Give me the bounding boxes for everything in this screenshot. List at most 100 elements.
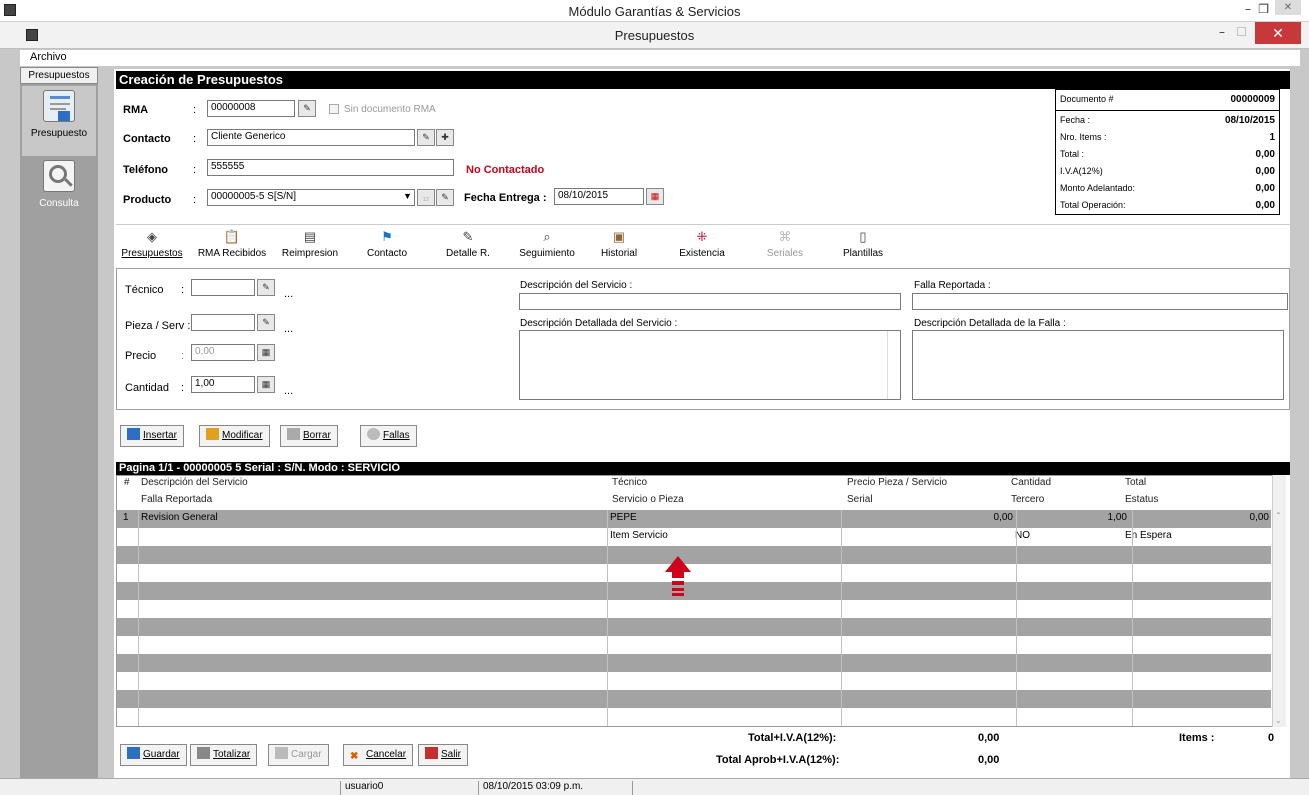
calendar-icon[interactable]: ▦ <box>646 188 664 205</box>
summary-box: Documento # 00000009 Fecha : 08/10/2015 … <box>1055 89 1280 215</box>
serial-icon[interactable]: ₁₂ <box>417 189 435 206</box>
toolbar-detalle[interactable]: ✎ Detalle R. <box>440 229 496 259</box>
outer-restore-icon[interactable]: ❐ <box>1258 2 1269 16</box>
table-row[interactable] <box>117 618 1271 636</box>
maximize-icon[interactable]: ☐ <box>1236 25 1247 39</box>
tecnico-ellipsis[interactable]: ... <box>284 288 293 300</box>
col-falla[interactable]: Falla Reportada <box>141 494 212 505</box>
toolbar-seguimiento[interactable]: ⌕ Seguimiento <box>515 229 579 259</box>
col-serial[interactable]: Serial <box>847 494 873 505</box>
falla-label: Falla Reportada : <box>914 280 991 291</box>
cantidad-input[interactable]: 1,00 <box>191 376 255 393</box>
table-row[interactable] <box>117 546 1271 564</box>
rma-input[interactable]: 00000008 <box>207 100 295 117</box>
colon: : <box>193 164 197 176</box>
totalizar-button[interactable]: Totalizar <box>190 744 258 766</box>
save-icon <box>127 747 140 759</box>
col-precio[interactable]: Precio Pieza / Servicio <box>847 477 947 488</box>
cantidad-ellipsis[interactable]: ... <box>284 385 293 397</box>
insertar-button[interactable]: Insertar <box>120 425 184 447</box>
chevron-down-icon[interactable]: ▼ <box>403 191 412 201</box>
colon: : <box>181 350 185 362</box>
modificar-button[interactable]: Modificar <box>199 425 270 447</box>
precio-input[interactable]: 0,00 <box>191 344 255 361</box>
scroll-up-icon[interactable]: ⌃ <box>1275 511 1282 520</box>
scroll-down-icon[interactable]: ⌄ <box>1275 716 1282 725</box>
col-cantidad[interactable]: Cantidad <box>1011 477 1051 488</box>
toolbar-historial[interactable]: ▣ Historial <box>594 229 644 259</box>
falla-input[interactable] <box>912 293 1288 310</box>
sidebar-item-consulta[interactable]: Consulta <box>22 160 96 220</box>
toolbar-reimpresion[interactable]: ▤ Reimpresion <box>280 229 340 259</box>
search-producto-icon[interactable]: ✎ <box>436 189 454 206</box>
col-tercero[interactable]: Tercero <box>1011 494 1044 505</box>
col-descripcion[interactable]: Descripción del Servicio <box>141 477 248 488</box>
outer-close-icon[interactable]: ✕ <box>1275 0 1301 15</box>
insert-icon <box>127 428 140 440</box>
table-row[interactable] <box>117 672 1271 690</box>
toolbar-rma-recibidos[interactable]: 📋 RMA Recibidos <box>196 229 268 259</box>
sidebar-tab-presupuestos[interactable]: Presupuestos <box>20 67 98 84</box>
col-servicio-pieza[interactable]: Servicio o Pieza <box>612 494 684 505</box>
toolbar-contacto[interactable]: ⚑ Contacto <box>360 229 414 259</box>
search-rma-icon[interactable]: ✎ <box>298 100 316 117</box>
falla-detallada-textarea[interactable] <box>912 330 1284 400</box>
pieza-input[interactable] <box>191 314 255 331</box>
producto-select[interactable]: 00000005-5 S[S/N] <box>207 189 415 206</box>
search-contacto-icon[interactable]: ✎ <box>417 129 435 146</box>
table-row[interactable]: 1 Revision General PEPE 0,00 1,00 0,00 <box>117 510 1271 528</box>
col-total[interactable]: Total <box>1125 477 1146 488</box>
grid-scrollbar[interactable]: ⌃ ⌄ <box>1272 475 1286 727</box>
table-row[interactable] <box>117 636 1271 654</box>
toolbar-plantillas[interactable]: ▯ Plantillas <box>836 229 890 259</box>
totalizar-icon <box>197 747 210 759</box>
fecha-entrega-input[interactable]: 08/10/2015 <box>554 188 644 205</box>
calculator-icon[interactable]: ▦ <box>257 344 275 361</box>
col-tecnico[interactable]: Técnico <box>612 477 647 488</box>
pencil-icon <box>206 428 219 440</box>
col-num[interactable]: # <box>124 477 130 488</box>
contact-icon: ⚑ <box>381 229 393 244</box>
table-row[interactable] <box>117 564 1271 582</box>
tecnico-input[interactable] <box>191 279 255 296</box>
cancelar-button[interactable]: ✖ Cancelar <box>343 744 414 766</box>
table-row[interactable] <box>117 690 1271 708</box>
table-row[interactable] <box>117 600 1271 618</box>
items-value: 0 <box>1268 732 1275 744</box>
telefono-input[interactable]: 555555 <box>207 159 454 176</box>
contacto-label: Contacto <box>123 133 171 145</box>
pieza-ellipsis[interactable]: ... <box>284 323 293 335</box>
menu-bar: Archivo <box>20 50 1300 66</box>
cargar-button[interactable]: Cargar <box>268 744 329 766</box>
toolbar-existencia[interactable]: ⁜ Existencia <box>672 229 732 259</box>
grid-divider <box>1132 510 1133 726</box>
minimize-icon[interactable]: – <box>1219 25 1225 39</box>
col-estatus[interactable]: Estatus <box>1125 494 1158 505</box>
table-row[interactable] <box>117 708 1271 726</box>
desc-servicio-input[interactable] <box>519 293 901 310</box>
desc-detallada-textarea[interactable] <box>519 330 901 400</box>
salir-button[interactable]: Salir <box>418 744 469 766</box>
outer-minimize-icon[interactable]: – <box>1245 2 1251 16</box>
contacto-input[interactable]: Cliente Generico <box>207 129 415 146</box>
load-icon <box>275 747 288 759</box>
calculator-icon[interactable]: ▦ <box>257 376 275 393</box>
menu-archivo[interactable]: Archivo <box>30 51 67 63</box>
grid-divider <box>841 510 842 726</box>
borrar-button[interactable]: Borrar <box>280 425 338 447</box>
add-contacto-icon[interactable]: ✚ <box>436 129 454 146</box>
sidebar-item-presupuesto[interactable]: Presupuesto <box>22 86 96 156</box>
table-row[interactable] <box>117 654 1271 672</box>
total-aprob-value: 0,00 <box>978 754 1000 766</box>
search-pieza-icon[interactable]: ✎ <box>257 314 275 331</box>
sin-documento-checkbox[interactable] <box>329 104 339 114</box>
toolbar-presupuestos[interactable]: ◈ Presupuestos <box>120 229 184 259</box>
search-tecnico-icon[interactable]: ✎ <box>257 279 275 296</box>
printer-icon: ▤ <box>303 229 317 244</box>
close-button[interactable]: ✕ <box>1255 22 1301 44</box>
table-row[interactable]: Item Servicio NO En Espera <box>117 528 1271 546</box>
fallas-button[interactable]: Fallas <box>360 425 417 447</box>
toolbar-seriales[interactable]: ⌘ Seriales <box>760 229 810 259</box>
guardar-button[interactable]: Guardar <box>120 744 187 766</box>
table-row[interactable] <box>117 582 1271 600</box>
